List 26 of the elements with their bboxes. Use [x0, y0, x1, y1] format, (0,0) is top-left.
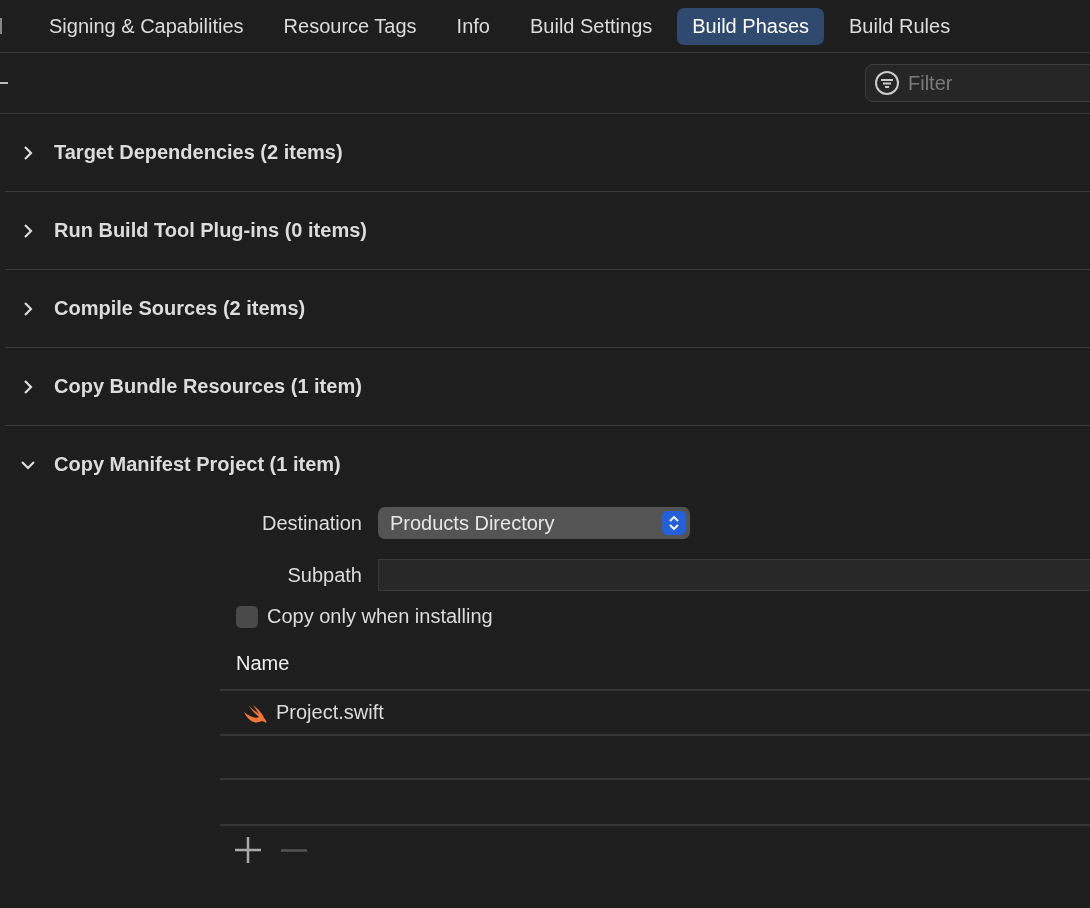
tab[interactable]: Build Settings [514, 7, 668, 45]
destination-label: Destination [260, 511, 362, 535]
phase-title: Compile Sources (2 items) [54, 297, 306, 320]
minus-icon [280, 848, 308, 852]
filter-field[interactable]: Filter [865, 64, 1090, 102]
up-down-arrows-icon [668, 514, 680, 532]
plus-icon [234, 836, 262, 864]
filter-icon [874, 70, 900, 96]
checkbox[interactable] [236, 605, 258, 628]
destination-dropdown[interactable]: Products Directory [378, 507, 690, 539]
subpath-label: Subpath [286, 563, 362, 587]
column-header: Name [220, 652, 1090, 691]
subpath-field[interactable] [378, 559, 1090, 591]
checkbox-label: Copy only when installing [267, 605, 493, 628]
tab[interactable]: Signing & Capabilities [34, 7, 259, 45]
phase-title: Run Build Tool Plug-ins (0 items) [54, 219, 367, 242]
add-button[interactable] [232, 834, 264, 866]
file-name: Project.swift [276, 701, 384, 724]
phase-title: Target Dependencies (2 items) [54, 141, 343, 164]
tab[interactable]: Info [441, 7, 505, 45]
tab[interactable]: Resource Tags [268, 7, 432, 45]
phase-title: Copy Manifest Project (1 item) [54, 453, 341, 476]
tab[interactable]: Build Phases [677, 7, 824, 45]
tab[interactable]: Build Rules [834, 7, 966, 45]
phase-title: Copy Bundle Resources (1 item) [54, 375, 362, 398]
file-row[interactable]: Project.swift [220, 691, 1090, 736]
